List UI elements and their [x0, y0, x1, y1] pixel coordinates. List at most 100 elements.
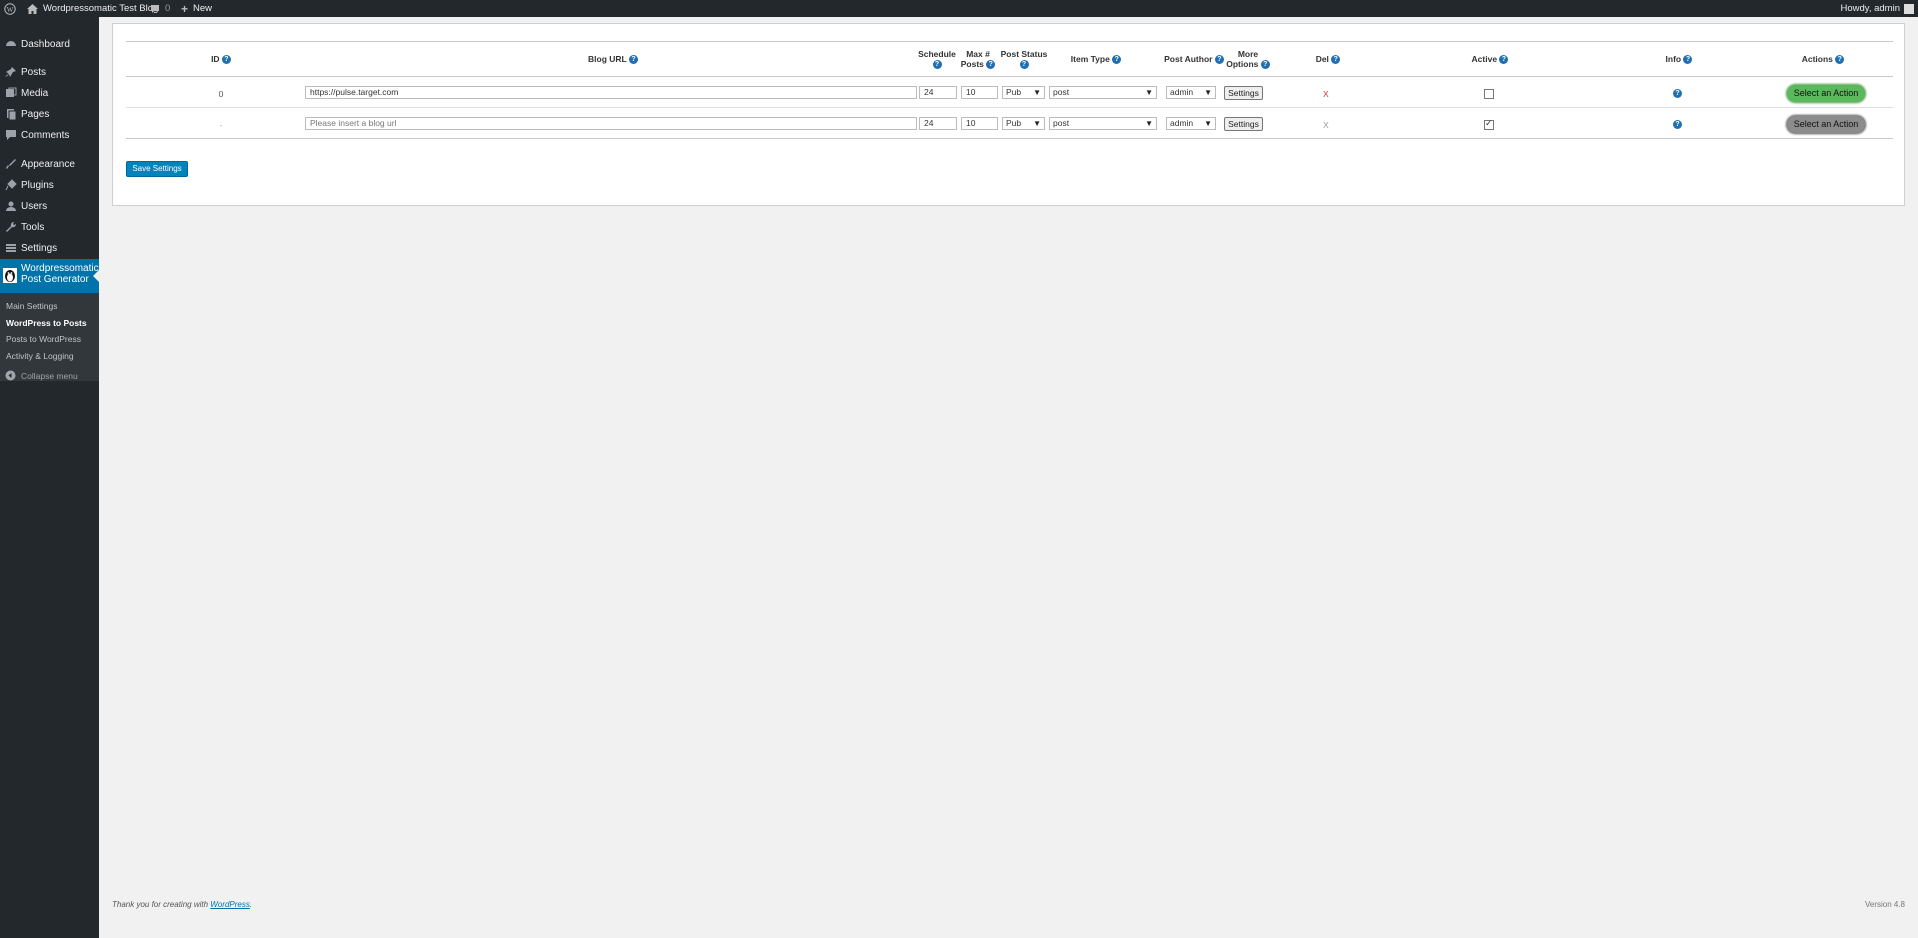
dashboard-icon: [6, 41, 16, 46]
help-icon[interactable]: ?: [1683, 55, 1693, 65]
row0-post-status-select[interactable]: Pub ▼: [1002, 86, 1045, 99]
help-icon[interactable]: ?: [932, 60, 942, 70]
row1-settings-button[interactable]: Settings: [1224, 117, 1263, 131]
sidebar-item-label: Plugins: [21, 179, 54, 191]
row0-max-posts-input[interactable]: 10: [961, 86, 998, 99]
footer-thanks: Thank you for creating with WordPress.: [112, 900, 252, 909]
rules-panel: ID ? Blog URL ? Schedule ? Max # Posts ?…: [112, 23, 1905, 206]
sidebar-item-settings[interactable]: Settings: [0, 239, 99, 257]
dropdown-arrow-icon: ▼: [1145, 88, 1153, 97]
wordpress-logo-icon[interactable]: W: [4, 0, 16, 17]
footer-thanks-text: Thank you for creating with: [112, 900, 211, 909]
help-icon[interactable]: ?: [986, 60, 996, 70]
menu-current-line2: Post Generator: [21, 274, 89, 285]
submenu-main-settings[interactable]: Main Settings: [6, 301, 58, 311]
plugin-submenu: Main Settings WordPress to Posts Posts t…: [0, 293, 99, 381]
header-divider: [126, 76, 1893, 77]
row1-action-select[interactable]: Select an Action: [1787, 116, 1865, 133]
sidebar-item-pages[interactable]: Pages: [0, 105, 99, 123]
row0-schedule-input[interactable]: 24: [919, 86, 957, 99]
header-max-posts: Max # Posts ?: [958, 49, 998, 70]
home-icon: [27, 3, 38, 14]
row1-blog-url-input[interactable]: Please insert a blog url: [305, 117, 917, 130]
sidebar-item-label: Tools: [21, 221, 45, 233]
table-bottom-divider: [126, 138, 1893, 139]
row0-active-checkbox[interactable]: [1484, 89, 1494, 99]
help-icon[interactable]: ?: [1499, 55, 1509, 65]
header-actions: Actions ?: [1793, 54, 1853, 65]
sidebar-item-plugins[interactable]: Plugins: [0, 176, 99, 194]
footer-thanks-suffix: .: [249, 900, 253, 909]
brush-icon: [6, 159, 16, 169]
howdy-text: Howdy, admin: [1840, 2, 1901, 14]
comments-link[interactable]: 0: [150, 0, 170, 17]
row1-item-type-select[interactable]: post ▼: [1049, 117, 1157, 130]
sidebar-item-comments[interactable]: Comments: [0, 126, 99, 144]
new-label: New: [193, 2, 213, 14]
table-top-divider: [126, 41, 1893, 42]
sidebar-item-label: Comments: [21, 129, 70, 141]
plus-icon: +: [181, 1, 189, 16]
sidebar-item-users[interactable]: Users: [0, 197, 99, 215]
save-settings-button[interactable]: Save Settings: [126, 161, 188, 177]
submenu-activity-logging[interactable]: Activity & Logging: [6, 351, 74, 361]
help-icon[interactable]: ?: [1260, 60, 1270, 70]
new-content-link[interactable]: + New: [181, 0, 212, 17]
row1-schedule-input[interactable]: 24: [919, 117, 957, 130]
row0-blog-url-input[interactable]: https://pulse.target.com: [305, 86, 917, 99]
my-account-link[interactable]: Howdy, admin: [1840, 0, 1914, 17]
header-max-posts-line2: Posts: [960, 59, 984, 69]
header-id-label: ID: [211, 54, 220, 64]
site-home-link[interactable]: Wordpressomatic Test Blog: [27, 0, 158, 17]
sidebar-item-dashboard[interactable]: Dashboard: [0, 35, 99, 53]
header-max-posts-line1: Max #: [966, 49, 990, 59]
sidebar-item-appearance[interactable]: Appearance: [0, 155, 99, 173]
footer-wordpress-link[interactable]: WordPress: [210, 900, 250, 909]
row1-post-status-value: Pub: [1006, 118, 1022, 128]
header-info-label: Info: [1665, 54, 1682, 64]
help-icon[interactable]: ?: [1331, 55, 1341, 65]
help-icon[interactable]: ?: [221, 55, 231, 65]
site-name: Wordpressomatic Test Blog: [43, 2, 159, 14]
row0-delete-button[interactable]: X: [1323, 89, 1329, 99]
sidebar-item-posts[interactable]: Posts: [0, 63, 99, 81]
collapse-menu-button[interactable]: Collapse menu: [5, 370, 78, 381]
sidebar-item-media[interactable]: Media: [0, 84, 99, 102]
sidebar-item-wordpressomatic[interactable]: Wordpressomatic Post Generator: [0, 259, 99, 293]
row1-active-checkbox[interactable]: [1484, 118, 1494, 130]
collapse-label: Collapse menu: [21, 370, 78, 381]
user-icon: [6, 201, 16, 211]
row1-post-author-select[interactable]: admin ▼: [1166, 117, 1216, 130]
sidebar-item-tools[interactable]: Tools: [0, 218, 99, 236]
submenu-wordpress-to-posts[interactable]: WordPress to Posts: [6, 318, 87, 328]
row1-delete-button[interactable]: X: [1323, 120, 1329, 130]
row0-post-author-value: admin: [1170, 87, 1194, 97]
help-icon[interactable]: ?: [628, 55, 638, 65]
row0-settings-button[interactable]: Settings: [1224, 86, 1263, 100]
help-icon[interactable]: ?: [1112, 55, 1122, 65]
plug-icon: [5, 179, 17, 191]
row1-post-status-select[interactable]: Pub ▼: [1002, 117, 1045, 130]
sidebar-item-label: Posts: [21, 66, 47, 78]
header-item-type-label: Item Type: [1070, 54, 1110, 64]
header-active: Active ?: [1465, 54, 1515, 65]
header-id: ID ?: [206, 54, 236, 65]
header-actions-label: Actions: [1801, 54, 1833, 64]
submenu-posts-to-wordpress[interactable]: Posts to WordPress: [6, 334, 81, 344]
help-icon[interactable]: ?: [1019, 60, 1029, 70]
header-item-type: Item Type ?: [1061, 54, 1131, 65]
header-post-author: Post Author ?: [1159, 54, 1229, 65]
help-icon[interactable]: ?: [1835, 55, 1845, 65]
row1-id: -: [219, 120, 223, 130]
row0-item-type-select[interactable]: post ▼: [1049, 86, 1157, 99]
row1-info-icon[interactable]: ?: [1673, 120, 1682, 129]
comments-count: 0: [165, 2, 171, 14]
sidebar-item-label: Settings: [21, 242, 58, 254]
row1-max-posts-input[interactable]: 10: [961, 117, 998, 130]
dropdown-arrow-icon: ▼: [1033, 88, 1041, 97]
row0-post-author-select[interactable]: admin ▼: [1166, 86, 1216, 99]
row0-action-select[interactable]: Select an Action: [1787, 85, 1865, 102]
header-del-label: Del: [1315, 54, 1329, 64]
row0-info-icon[interactable]: ?: [1673, 89, 1682, 98]
admin-sidebar: Dashboard Posts Media Pages Comments App…: [0, 17, 99, 938]
